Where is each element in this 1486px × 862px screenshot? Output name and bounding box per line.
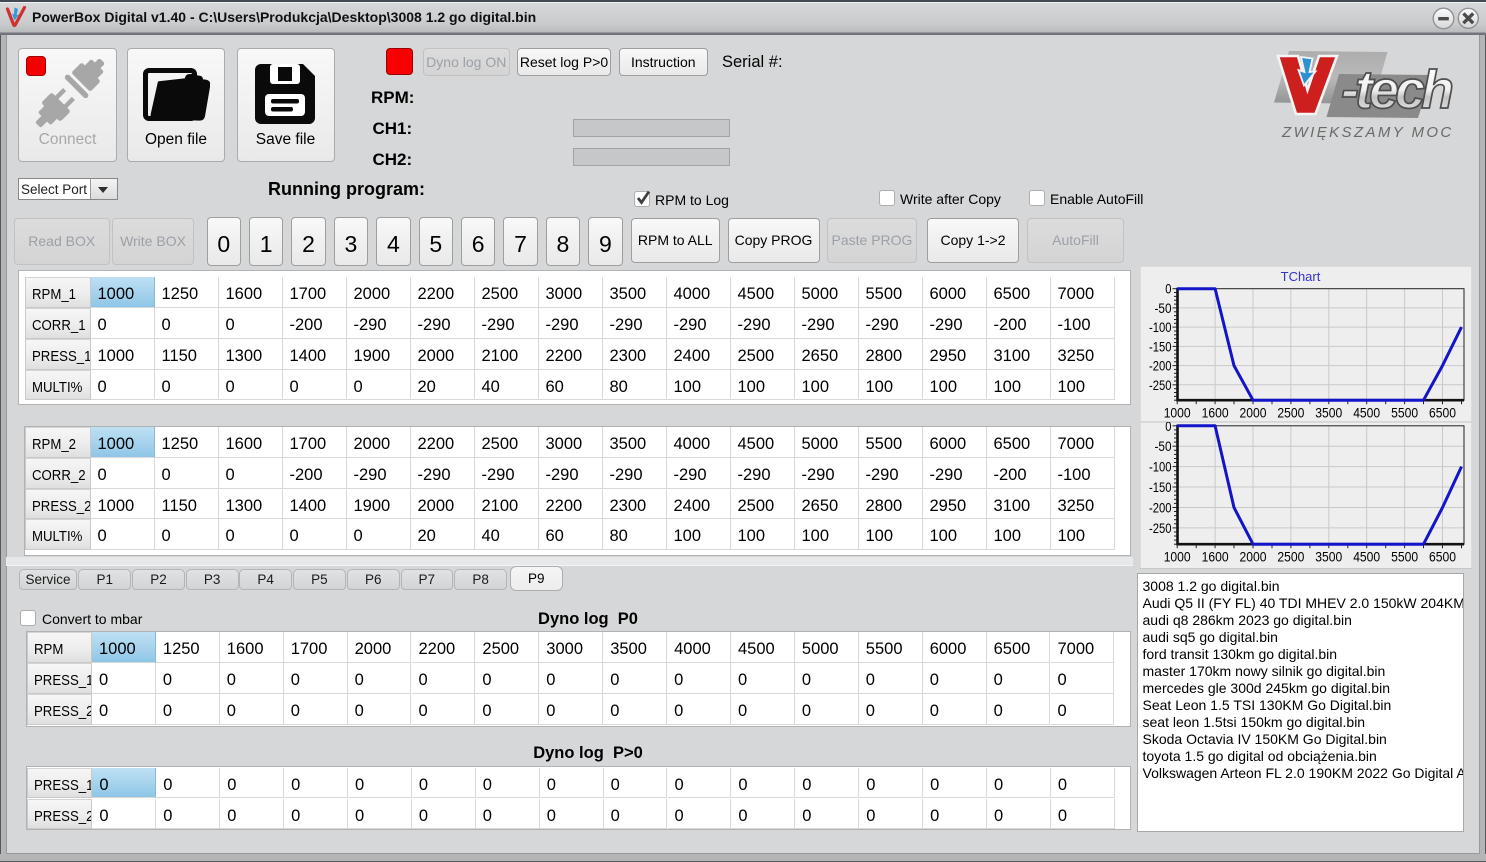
svg-text:4500: 4500 bbox=[1353, 549, 1380, 565]
svg-text:-250: -250 bbox=[1149, 377, 1172, 393]
svg-text:1600: 1600 bbox=[1201, 549, 1228, 565]
svg-text:4500: 4500 bbox=[1353, 404, 1380, 420]
svg-text:6500: 6500 bbox=[1429, 404, 1456, 420]
svg-text:5500: 5500 bbox=[1391, 549, 1418, 565]
svg-text:3500: 3500 bbox=[1315, 404, 1342, 420]
svg-text:2500: 2500 bbox=[1277, 404, 1304, 420]
svg-text:-50: -50 bbox=[1154, 300, 1171, 316]
svg-text:3500: 3500 bbox=[1315, 549, 1342, 565]
svg-text:2500: 2500 bbox=[1277, 549, 1304, 565]
svg-text:1000: 1000 bbox=[1163, 404, 1190, 420]
svg-text:-200: -200 bbox=[1149, 500, 1172, 516]
svg-text:-250: -250 bbox=[1149, 520, 1172, 536]
svg-text:2000: 2000 bbox=[1239, 549, 1266, 565]
svg-text:0: 0 bbox=[1165, 280, 1171, 296]
svg-text:-100: -100 bbox=[1149, 459, 1172, 475]
svg-text:-50: -50 bbox=[1154, 438, 1171, 454]
svg-text:-100: -100 bbox=[1149, 319, 1172, 335]
svg-text:5500: 5500 bbox=[1391, 404, 1418, 420]
svg-text:-150: -150 bbox=[1149, 479, 1172, 495]
svg-text:6500: 6500 bbox=[1429, 549, 1456, 565]
svg-text:-tech: -tech bbox=[1341, 60, 1452, 120]
svg-text:0: 0 bbox=[1165, 422, 1171, 434]
svg-text:TChart: TChart bbox=[1280, 269, 1320, 284]
svg-text:-150: -150 bbox=[1149, 338, 1172, 354]
svg-text:2000: 2000 bbox=[1239, 404, 1266, 420]
svg-text:1000: 1000 bbox=[1163, 549, 1190, 565]
svg-text:1600: 1600 bbox=[1201, 404, 1228, 420]
svg-text:-200: -200 bbox=[1149, 357, 1172, 373]
